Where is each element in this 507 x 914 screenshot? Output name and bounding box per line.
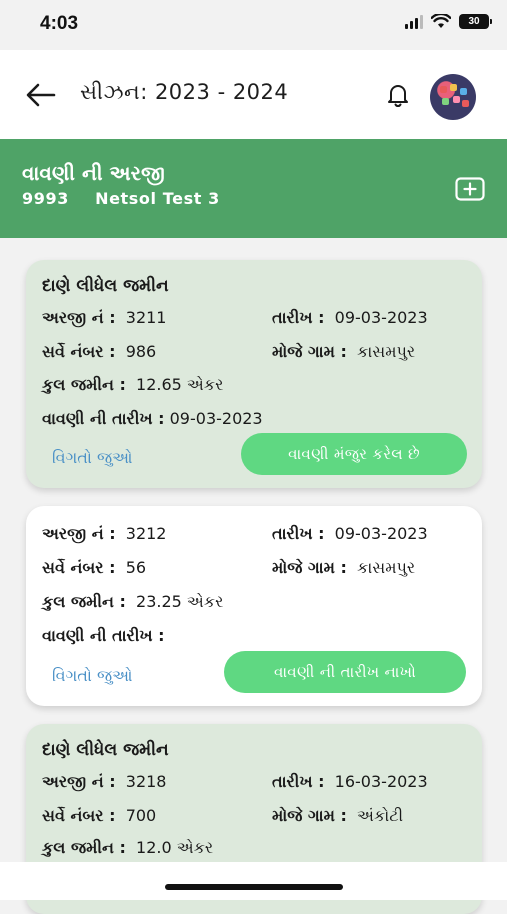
total-land-label: કુલ જમીન : — [42, 838, 126, 857]
application-no-row: અરજી નં : 3212 — [42, 524, 166, 544]
view-details-link[interactable]: વિગતો જુઓ — [52, 448, 132, 468]
avatar[interactable] — [430, 74, 476, 120]
bell-icon[interactable] — [384, 81, 412, 109]
survey-no-value: 56 — [125, 558, 147, 577]
survey-no-label: સર્વે નંબર : — [42, 558, 116, 577]
sowing-date-label: વાવણી ની તારીખ : — [42, 626, 165, 645]
application-no-value: 3218 — [125, 772, 167, 791]
date-label: તારીખ : — [272, 772, 325, 791]
banner-title: વાવણી ની અરજી — [22, 161, 165, 185]
village-label: મોજે ગામ : — [272, 342, 347, 361]
date-value: 09-03-2023 — [334, 524, 428, 543]
date-row: તારીખ : 09-03-2023 — [272, 524, 428, 544]
survey-no-row: સર્વે નંબર : 986 — [42, 342, 156, 362]
survey-no-value: 986 — [125, 342, 157, 361]
sowing-date-label: વાવણી ની તારીખ : — [42, 409, 165, 428]
application-no-label: અરજી નં : — [42, 308, 116, 327]
season-title: સીઝન: 2023 - 2024 — [80, 80, 289, 104]
date-value: 16-03-2023 — [334, 772, 428, 791]
application-card: દાણે લીધેલ જમીન અરજી નં : 3211 તારીખ : 0… — [26, 260, 482, 488]
sowing-date-row: વાવણી ની તારીખ : 09-03-2023 — [42, 409, 263, 429]
total-land-row: કુલ જમીન : 23.25 એકર — [42, 592, 223, 612]
status-bar: 4:03 30 — [0, 0, 507, 50]
village-row: મોજે ગામ : અંકોટી — [272, 806, 403, 826]
total-land-value: 23.25 એકર — [136, 592, 224, 611]
date-label: તારીખ : — [272, 308, 325, 327]
survey-no-row: સર્વે નંબર : 56 — [42, 558, 146, 578]
survey-no-label: સર્વે નંબર : — [42, 806, 116, 825]
banner-subtitle: 9993 Netsol Test 3 — [22, 189, 220, 208]
total-land-row: કુલ જમીન : 12.65 એકર — [42, 375, 223, 395]
application-banner: વાવણી ની અરજી 9993 Netsol Test 3 — [0, 139, 507, 238]
date-value: 09-03-2023 — [334, 308, 428, 327]
date-row: તારીખ : 09-03-2023 — [272, 308, 428, 328]
farmer-code: 9993 — [22, 189, 69, 208]
application-no-row: અરજી નં : 3211 — [42, 308, 166, 328]
sowing-date-row: વાવણી ની તારીખ : — [42, 626, 165, 646]
application-no-label: અરજી નં : — [42, 772, 116, 791]
signal-icon — [405, 14, 423, 29]
total-land-label: કુલ જમીન : — [42, 592, 126, 611]
card-heading: દાણે લીધેલ જમીન — [42, 276, 169, 296]
card-heading: દાણે લીધેલ જમીન — [42, 740, 169, 760]
survey-no-value: 700 — [125, 806, 157, 825]
app-header: સીઝન: 2023 - 2024 — [0, 50, 507, 139]
status-icons: 30 — [405, 14, 492, 29]
village-value: અંકોટી — [357, 806, 404, 825]
status-time: 4:03 — [40, 13, 79, 34]
total-land-row: કુલ જમીન : 12.0 એકર — [42, 838, 213, 858]
total-land-value: 12.0 એકર — [136, 838, 214, 857]
village-row: મોજે ગામ : કાસમપુર — [272, 342, 415, 362]
sowing-date-value: 09-03-2023 — [169, 409, 263, 428]
date-row: તારીખ : 16-03-2023 — [272, 772, 428, 792]
total-land-value: 12.65 એકર — [136, 375, 224, 394]
village-label: મોજે ગામ : — [272, 558, 347, 577]
village-value: કાસમપુર — [357, 342, 416, 361]
survey-no-label: સર્વે નંબર : — [42, 342, 116, 361]
date-label: તારીખ : — [272, 524, 325, 543]
village-value: કાસમપુર — [357, 558, 416, 577]
wifi-icon — [431, 14, 451, 28]
application-no-label: અરજી નં : — [42, 524, 116, 543]
application-no-value: 3211 — [125, 308, 167, 327]
home-indicator — [165, 884, 343, 890]
back-arrow-icon[interactable] — [24, 80, 58, 110]
village-label: મોજે ગામ : — [272, 806, 347, 825]
add-icon[interactable] — [455, 177, 485, 201]
total-land-label: કુલ જમીન : — [42, 375, 126, 394]
bottom-safe-area — [0, 862, 507, 900]
application-no-row: અરજી નં : 3218 — [42, 772, 166, 792]
sowing-approved-button[interactable]: વાવણી મંજુર કરેલ છે — [241, 433, 467, 475]
village-row: મોજે ગામ : કાસમપુર — [272, 558, 415, 578]
survey-no-row: સર્વે નંબર : 700 — [42, 806, 156, 826]
battery-icon: 30 — [459, 14, 492, 29]
farmer-name: Netsol Test 3 — [95, 189, 220, 208]
application-card: અરજી નં : 3212 તારીખ : 09-03-2023 સર્વે … — [26, 506, 482, 706]
enter-sowing-date-button[interactable]: વાવણી ની તારીખ નાખો — [224, 651, 466, 693]
application-no-value: 3212 — [125, 524, 167, 543]
view-details-link[interactable]: વિગતો જુઓ — [52, 666, 132, 686]
